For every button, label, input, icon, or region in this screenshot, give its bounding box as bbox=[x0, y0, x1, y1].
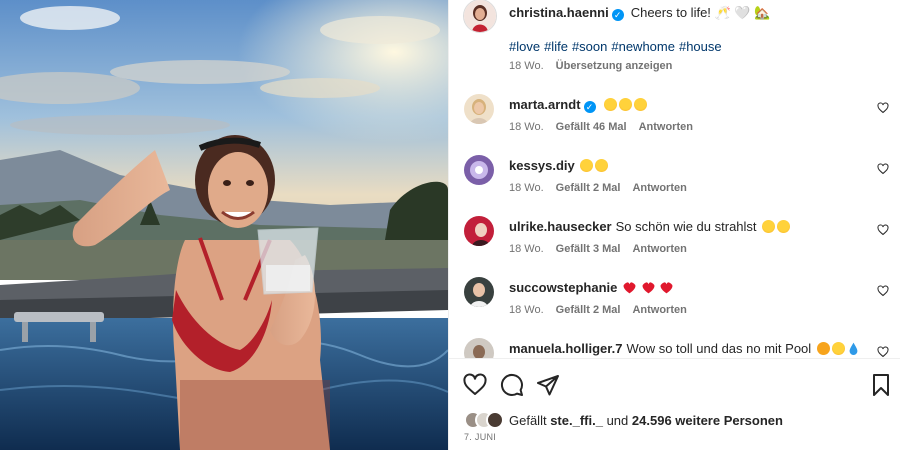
commenter-avatar-image bbox=[464, 155, 494, 185]
red-heart-emoji-icon bbox=[660, 282, 673, 294]
post-image bbox=[0, 0, 448, 450]
likes-summary: Gefällt ste._ffi._ und 24.596 weitere Pe… bbox=[464, 411, 783, 430]
commenter-avatar-image bbox=[464, 216, 494, 246]
comment-username[interactable]: kessys.diy bbox=[509, 158, 575, 173]
comment-age: 18 Wo. bbox=[509, 182, 544, 194]
commenter-avatar[interactable] bbox=[464, 216, 494, 246]
comments-list: christina.haenni ✓ Cheers to life! 🥂 🤍 🏡 #… bbox=[449, 0, 900, 358]
comment-text: Wow so toll und das no mit Pool bbox=[626, 341, 812, 356]
verified-icon: ✓ bbox=[583, 101, 596, 113]
translate-button[interactable]: Übersetzung anzeigen bbox=[556, 60, 673, 72]
comment-item: marta.arndt ✓ 18 Wo. Gefällt 46 Mal Antwort… bbox=[464, 94, 889, 144]
comment-username[interactable]: marta.arndt bbox=[509, 97, 581, 112]
like-heart-icon[interactable] bbox=[877, 285, 889, 297]
reply-button[interactable]: Antworten bbox=[632, 182, 686, 194]
commenter-avatar[interactable] bbox=[464, 277, 494, 307]
caption-meta: 18 Wo. Übersetzung anzeigen bbox=[509, 59, 684, 73]
post-date[interactable]: 7. JUNI bbox=[464, 432, 496, 442]
hashtag-link[interactable]: #newhome bbox=[611, 39, 675, 54]
post-panel: christina.haenni ✓ Cheers to life! 🥂 🤍 🏡 #… bbox=[448, 0, 900, 450]
post-actions: Gefällt ste._ffi._ und 24.596 weitere Pe… bbox=[449, 358, 900, 450]
author-avatar-image bbox=[464, 0, 496, 32]
liker-avatar bbox=[486, 411, 504, 429]
caption-text: Cheers to life! 🥂 🤍 🏡 bbox=[630, 5, 771, 20]
comment-username[interactable]: manuela.holliger.7 bbox=[509, 341, 622, 356]
comment-username[interactable]: ulrike.hausecker bbox=[509, 219, 612, 234]
share-icon[interactable] bbox=[536, 373, 560, 397]
verified-icon: ✓ bbox=[611, 9, 624, 21]
commenter-avatar[interactable] bbox=[464, 155, 494, 185]
like-heart-icon[interactable] bbox=[877, 224, 889, 236]
red-heart-emoji-icon bbox=[623, 282, 636, 294]
grin-emoji-icon bbox=[595, 159, 609, 172]
comment-likes[interactable]: Gefällt 46 Mal bbox=[556, 121, 627, 133]
commenter-avatar-image bbox=[464, 338, 494, 358]
grin-emoji-icon bbox=[580, 159, 594, 172]
post-caption: christina.haenni ✓ Cheers to life! 🥂 🤍 🏡 #… bbox=[463, 0, 889, 80]
likes-prefix: Gefällt bbox=[509, 413, 547, 428]
comment-meta: 18 Wo. Gefällt 2 Mal Antworten bbox=[509, 303, 699, 317]
hashtag-link[interactable]: #house bbox=[679, 39, 722, 54]
bookmark-icon[interactable] bbox=[869, 373, 893, 397]
comment-meta: 18 Wo. Gefällt 2 Mal Antworten bbox=[509, 181, 699, 195]
commenter-avatar[interactable] bbox=[464, 338, 494, 358]
grin-emoji-icon bbox=[831, 342, 845, 355]
like-heart-icon[interactable] bbox=[877, 346, 889, 358]
kiss-emoji-icon bbox=[777, 220, 791, 233]
reply-button[interactable]: Antworten bbox=[639, 121, 693, 133]
commenter-avatar-image bbox=[464, 277, 494, 307]
likes-connector: und bbox=[606, 413, 629, 428]
author-avatar[interactable] bbox=[463, 0, 497, 33]
comment-item: succowstephanie 18 Wo. Gefällt 2 Mal Antwo… bbox=[464, 277, 889, 327]
comment-item: ulrike.hausecker So schön wie du strahlst… bbox=[464, 216, 889, 266]
comment-meta: 18 Wo. Gefällt 3 Mal Antworten bbox=[509, 242, 699, 256]
comment-likes[interactable]: Gefällt 3 Mal bbox=[556, 243, 621, 255]
post-photo[interactable] bbox=[0, 0, 448, 450]
comment-icon[interactable] bbox=[500, 373, 524, 397]
comment-username[interactable]: succowstephanie bbox=[509, 280, 617, 295]
reply-button[interactable]: Antworten bbox=[632, 304, 686, 316]
hashtag-link[interactable]: #life bbox=[544, 39, 568, 54]
comment-likes[interactable]: Gefällt 2 Mal bbox=[556, 304, 621, 316]
hashtags: #love #life #soon #newhome #house bbox=[509, 38, 726, 56]
like-heart-icon[interactable] bbox=[877, 102, 889, 114]
like-heart-icon[interactable] bbox=[877, 163, 889, 175]
comment-age: 18 Wo. bbox=[509, 304, 544, 316]
likes-count[interactable]: 24.596 weitere Personen bbox=[632, 413, 783, 428]
comment-text: So schön wie du strahlst bbox=[615, 219, 757, 234]
sun-emoji-icon bbox=[816, 342, 830, 355]
kiss-emoji-icon bbox=[762, 220, 776, 233]
hashtag-link[interactable]: #soon bbox=[572, 39, 607, 54]
comment-meta: 18 Wo. Gefällt 46 Mal Antworten bbox=[509, 120, 705, 134]
comment-item: manuela.holliger.7 Wow so toll und das no… bbox=[464, 338, 889, 358]
droplet-emoji-icon bbox=[849, 342, 858, 355]
grin-emoji-icon bbox=[634, 98, 648, 111]
red-heart-emoji-icon bbox=[642, 282, 655, 294]
reply-button[interactable]: Antworten bbox=[632, 243, 686, 255]
comment-likes[interactable]: Gefällt 2 Mal bbox=[556, 182, 621, 194]
caption-age: 18 Wo. bbox=[509, 60, 544, 72]
comment-age: 18 Wo. bbox=[509, 121, 544, 133]
author-username[interactable]: christina.haenni bbox=[509, 5, 609, 20]
commenter-avatar-image bbox=[464, 94, 494, 124]
comment-age: 18 Wo. bbox=[509, 243, 544, 255]
comment-item: kessys.diy 18 Wo. Gefällt 2 Mal Antworten bbox=[464, 155, 889, 205]
commenter-avatar[interactable] bbox=[464, 94, 494, 124]
like-heart-icon[interactable] bbox=[463, 373, 487, 397]
grin-emoji-icon bbox=[619, 98, 633, 111]
grin-emoji-icon bbox=[604, 98, 618, 111]
first-liker-username[interactable]: ste._ffi._ bbox=[550, 413, 603, 428]
hashtag-link[interactable]: #love bbox=[509, 39, 540, 54]
